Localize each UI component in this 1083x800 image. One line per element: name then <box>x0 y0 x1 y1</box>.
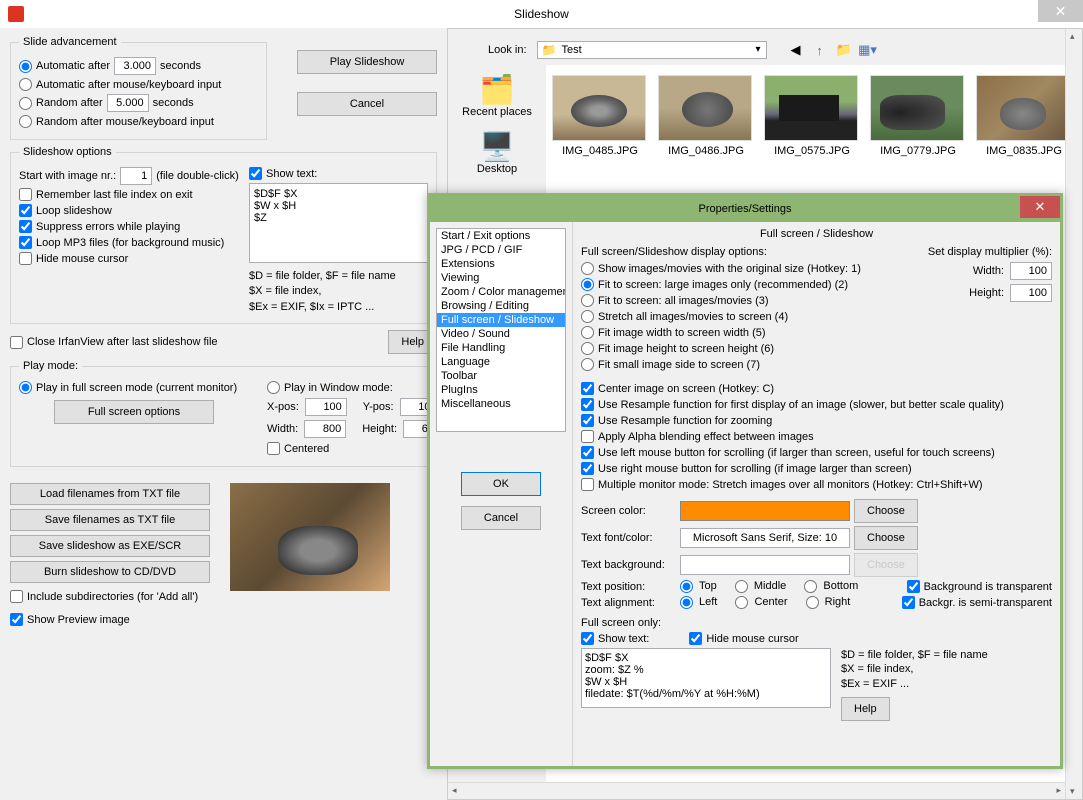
loop-check[interactable] <box>19 204 32 217</box>
disp-1-radio[interactable] <box>581 262 594 275</box>
preview-image <box>230 483 390 591</box>
horizontal-scrollbar[interactable] <box>448 782 1065 799</box>
random-input-radio[interactable] <box>19 115 32 128</box>
app-icon <box>8 6 24 22</box>
disp-7-radio[interactable] <box>581 358 594 371</box>
new-folder-icon[interactable]: 📁 <box>835 41 853 59</box>
pos-top-radio[interactable] <box>680 580 693 593</box>
recent-places[interactable]: 🗂️Recent places <box>452 73 542 118</box>
show-text-area[interactable]: $D$F $X $W x $H $Z <box>249 183 428 263</box>
properties-dialog: Properties/Settings ✕ Start / Exit optio… <box>427 193 1063 769</box>
cancel-button[interactable]: Cancel <box>297 92 437 116</box>
disp-6-radio[interactable] <box>581 342 594 355</box>
hide-cursor2-check[interactable] <box>689 632 702 645</box>
al-rt-radio[interactable] <box>806 596 819 609</box>
play-window-radio[interactable] <box>267 381 280 394</box>
mult-width-input[interactable] <box>1010 262 1052 280</box>
save-txt-button[interactable]: Save filenames as TXT file <box>10 509 210 531</box>
show-text-check[interactable] <box>249 167 262 180</box>
start-image-input[interactable] <box>120 167 152 185</box>
burn-button[interactable]: Burn slideshow to CD/DVD <box>10 561 210 583</box>
slideshow-panel: Slide advancement Automatic afterseconds… <box>0 28 447 800</box>
choose-color-button[interactable]: Choose <box>854 499 918 523</box>
choose-font-button[interactable]: Choose <box>854 526 918 550</box>
auto-seconds-input[interactable] <box>114 57 156 75</box>
pos-mid-radio[interactable] <box>735 580 748 593</box>
close-icon[interactable]: ✕ <box>1038 0 1083 22</box>
resample-first-check[interactable] <box>581 398 594 411</box>
disp-2-radio[interactable] <box>581 278 594 291</box>
textbg-display <box>680 555 850 575</box>
props-cancel-button[interactable]: Cancel <box>461 506 541 530</box>
xpos-input[interactable] <box>305 398 347 416</box>
disp-4-radio[interactable] <box>581 310 594 323</box>
alpha-check[interactable] <box>581 430 594 443</box>
screen-color-swatch <box>680 501 850 521</box>
centered-check[interactable] <box>267 442 280 455</box>
props-heading: Full screen / Slideshow <box>581 228 1052 240</box>
text-legend: $D = file folder, $F = file name $X = fi… <box>249 269 428 315</box>
window-title: Slideshow <box>514 7 569 21</box>
file-thumb[interactable]: IMG_0779.JPG <box>870 75 966 157</box>
random-after-radio[interactable] <box>19 97 32 110</box>
show-preview-check[interactable] <box>10 613 23 626</box>
vertical-scrollbar[interactable] <box>1065 29 1082 799</box>
remember-index-check[interactable] <box>19 188 32 201</box>
random-seconds-input[interactable] <box>107 94 149 112</box>
file-thumb[interactable]: IMG_0835.JPG <box>976 75 1072 157</box>
al-ctr-radio[interactable] <box>735 596 748 609</box>
lookin-select[interactable]: Test <box>537 41 767 59</box>
play-slideshow-button[interactable]: Play Slideshow <box>297 50 437 74</box>
show-text2-area[interactable] <box>581 648 831 708</box>
file-thumb[interactable]: IMG_0575.JPG <box>764 75 860 157</box>
file-thumb[interactable]: IMG_0485.JPG <box>552 75 648 157</box>
mult-height-input[interactable] <box>1010 284 1052 302</box>
play-mode-group: Play mode: Play in full screen mode (cur… <box>10 360 454 467</box>
properties-titlebar: Properties/Settings ✕ <box>430 196 1060 222</box>
window-titlebar: Slideshow ✕ <box>0 0 1083 28</box>
file-thumb[interactable]: IMG_0486.JPG <box>658 75 754 157</box>
pos-bot-radio[interactable] <box>804 580 817 593</box>
disp-3-radio[interactable] <box>581 294 594 307</box>
multi-monitor-check[interactable] <box>581 478 594 491</box>
width-input[interactable] <box>304 420 346 438</box>
back-icon[interactable]: ◀ <box>787 41 805 59</box>
category-list[interactable]: Start / Exit options JPG / PCD / GIF Ext… <box>436 228 566 432</box>
bg-transparent-check[interactable] <box>907 580 920 593</box>
al-left-radio[interactable] <box>680 596 693 609</box>
center-check[interactable] <box>581 382 594 395</box>
suppress-errors-check[interactable] <box>19 220 32 233</box>
auto-after-radio[interactable] <box>19 60 32 73</box>
up-icon[interactable]: ↑ <box>811 41 829 59</box>
bg-semi-check[interactable] <box>902 596 915 609</box>
left-scroll-check[interactable] <box>581 446 594 459</box>
lookin-label: Look in: <box>488 44 527 56</box>
right-scroll-check[interactable] <box>581 462 594 475</box>
view-menu-icon[interactable]: ▦▾ <box>859 41 877 59</box>
props-help-button[interactable]: Help <box>841 697 890 721</box>
props-ok-button[interactable]: OK <box>461 472 541 496</box>
auto-input-radio[interactable] <box>19 78 32 91</box>
fullscreen-options-button[interactable]: Full screen options <box>54 400 214 424</box>
font-display: Microsoft Sans Serif, Size: 10 <box>680 528 850 548</box>
include-sub-check[interactable] <box>10 590 23 603</box>
play-full-radio[interactable] <box>19 381 32 394</box>
loop-mp3-check[interactable] <box>19 236 32 249</box>
properties-close-icon[interactable]: ✕ <box>1020 196 1060 218</box>
load-txt-button[interactable]: Load filenames from TXT file <box>10 483 210 505</box>
resample-zoom-check[interactable] <box>581 414 594 427</box>
close-after-check[interactable] <box>10 336 23 349</box>
choose-bg-button: Choose <box>854 553 918 577</box>
save-exe-button[interactable]: Save slideshow as EXE/SCR <box>10 535 210 557</box>
hide-cursor-check[interactable] <box>19 252 32 265</box>
disp-5-radio[interactable] <box>581 326 594 339</box>
show-text2-check[interactable] <box>581 632 594 645</box>
slideshow-options-group: Slideshow options Start with image nr.:(… <box>10 146 437 324</box>
slide-advancement-group: Slide advancement Automatic afterseconds… <box>10 36 267 140</box>
desktop-place[interactable]: 🖥️Desktop <box>452 130 542 175</box>
